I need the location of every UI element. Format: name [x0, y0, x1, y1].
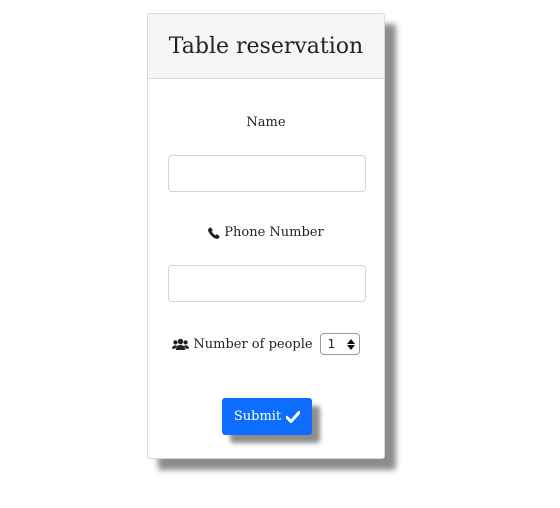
phone-icon — [208, 226, 220, 239]
reservation-card: Table reservation Name Phone Number Numb… — [147, 13, 385, 459]
users-icon — [172, 338, 190, 351]
name-label: Name — [246, 115, 286, 130]
people-row: Number of people 1 — [148, 332, 384, 356]
select-arrows-icon — [346, 338, 355, 350]
phone-label: Phone Number — [224, 225, 324, 240]
card-header: Table reservation — [148, 14, 384, 79]
page-title: Table reservation — [168, 33, 364, 59]
phone-input[interactable] — [168, 265, 366, 302]
submit-button[interactable]: Submit — [222, 398, 312, 435]
people-select-value: 1 — [327, 337, 336, 351]
submit-label: Submit — [233, 409, 282, 424]
name-label-row: Name — [148, 115, 384, 130]
people-select[interactable]: 1 — [319, 333, 360, 355]
check-icon — [286, 410, 301, 423]
people-label: Number of people — [193, 336, 313, 352]
phone-label-row: Phone Number — [148, 225, 384, 240]
name-input[interactable] — [168, 155, 366, 192]
